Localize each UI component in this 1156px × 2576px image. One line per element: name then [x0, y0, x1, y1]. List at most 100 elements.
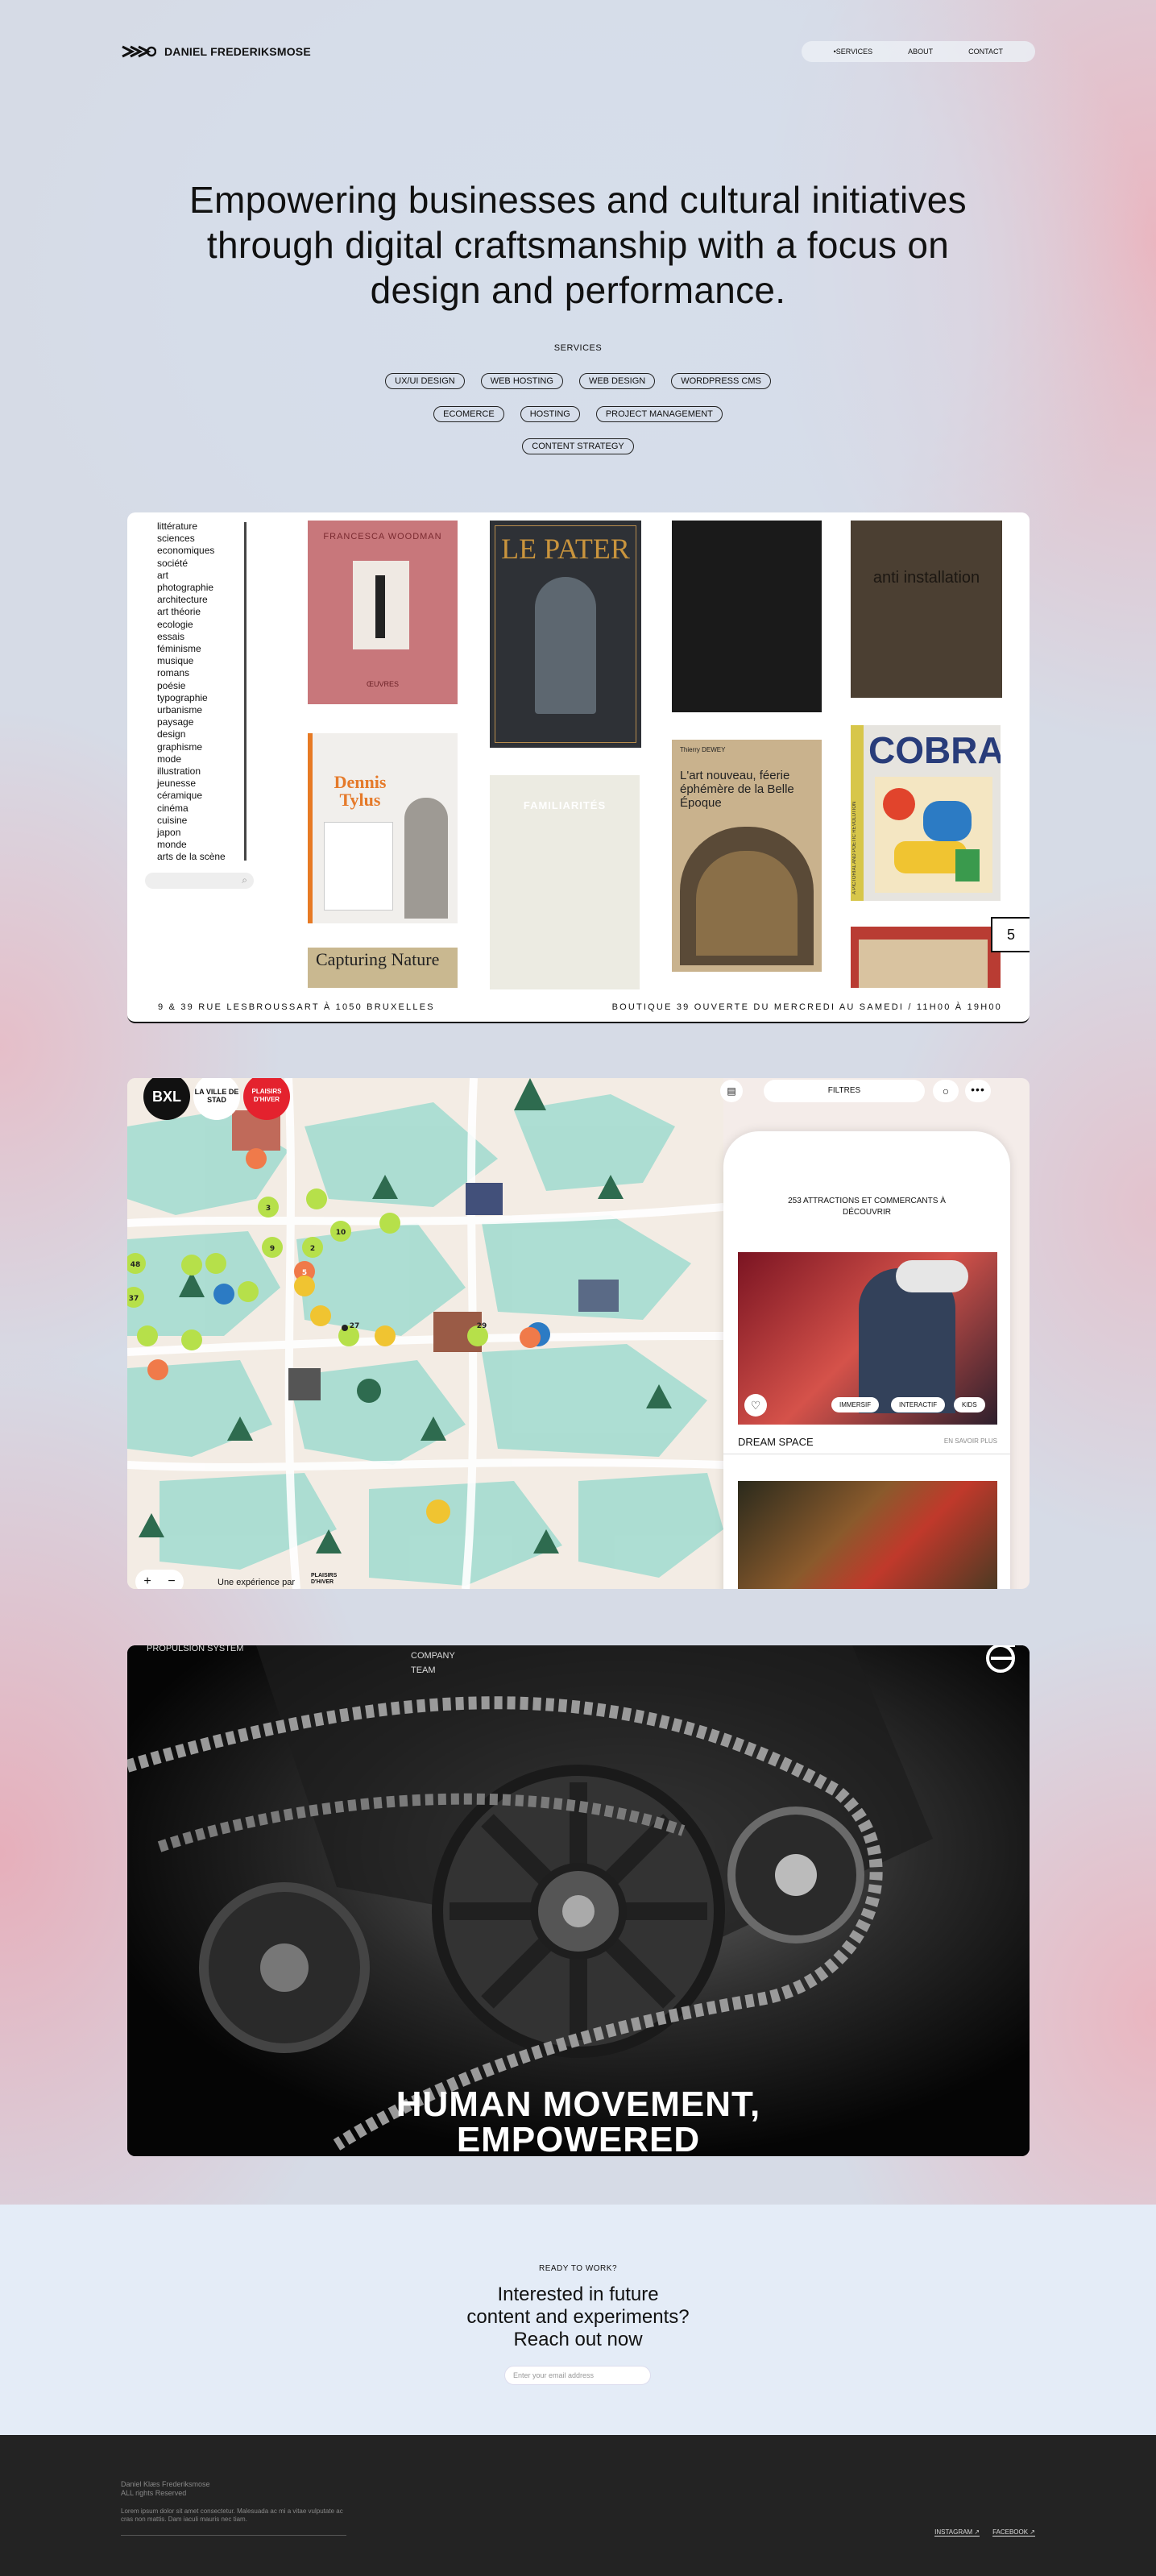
- search-icon[interactable]: ○: [933, 1080, 959, 1102]
- main-nav: •SERVICES ABOUT CONTACT: [801, 41, 1035, 62]
- book-author: Thierry DEWEY: [680, 746, 726, 753]
- book-cover-black[interactable]: [672, 521, 822, 712]
- nav-services[interactable]: •SERVICES: [816, 48, 891, 56]
- email-field[interactable]: Enter your email address: [504, 2366, 651, 2385]
- project-card-bookstore[interactable]: littérature sciences economiques société…: [127, 512, 1030, 1023]
- category-item[interactable]: economiques: [157, 545, 254, 557]
- map-count: 10: [336, 1229, 346, 1237]
- calendar-icon[interactable]: ▤: [720, 1080, 743, 1102]
- brand-mark-icon[interactable]: [983, 1645, 1018, 1676]
- nav-team[interactable]: TEAM: [411, 1663, 455, 1678]
- book-cover-woodman[interactable]: FRANCESCA WOODMAN ŒUVRES: [308, 521, 458, 704]
- service-pill[interactable]: UX/UI DESIGN: [385, 373, 465, 389]
- search-icon: ⌕: [242, 874, 247, 886]
- book-cover-red[interactable]: [851, 927, 1001, 988]
- category-item[interactable]: romans: [157, 667, 254, 679]
- credit-text: Une expérience par: [218, 1578, 296, 1587]
- credit-brand[interactable]: PLAISIRS D'HIVER: [311, 1573, 359, 1586]
- service-pill[interactable]: HOSTING: [520, 406, 580, 422]
- filters-button[interactable]: FILTRES: [764, 1080, 925, 1102]
- nav-company[interactable]: COMPANY: [411, 1649, 455, 1663]
- category-item[interactable]: poésie: [157, 680, 254, 692]
- zoom-in-icon[interactable]: +: [143, 1574, 151, 1589]
- nav-about[interactable]: ABOUT: [890, 48, 951, 56]
- contact-headline-line: Interested in future: [497, 2284, 659, 2305]
- category-item[interactable]: ecologie: [157, 619, 254, 631]
- book-cover-tylus[interactable]: Dennis Tylus: [308, 733, 458, 923]
- footer-divider: [121, 2535, 346, 2536]
- category-item[interactable]: monde: [157, 839, 254, 851]
- category-item[interactable]: arts de la scène: [157, 851, 254, 863]
- category-item[interactable]: musique: [157, 655, 254, 667]
- bike-headline-line: HUMAN MOVEMENT,: [396, 2084, 761, 2124]
- category-item[interactable]: architecture: [157, 594, 254, 606]
- category-item[interactable]: illustration: [157, 765, 254, 778]
- category-item[interactable]: art: [157, 570, 254, 582]
- category-item[interactable]: japon: [157, 827, 254, 839]
- illustrated-map[interactable]: 3 10 5 2 9 48 37 29 27: [127, 1078, 723, 1589]
- book-cover-pater[interactable]: LE PATER: [490, 521, 641, 748]
- category-item[interactable]: sciences: [157, 533, 254, 545]
- category-item[interactable]: féminisme: [157, 643, 254, 655]
- category-item[interactable]: typographie: [157, 692, 254, 704]
- project-card-propulsion[interactable]: PROPULSION SYSTEM COMPANY TEAM HUMAN MOV…: [127, 1645, 1030, 2156]
- tag-pill[interactable]: KIDS: [954, 1397, 985, 1412]
- project-card-map[interactable]: 3 10 5 2 9 48 37 29 27 BXL LA VILLE DE S…: [127, 1078, 1030, 1589]
- attraction-link[interactable]: EN SAVOIR PLUS: [944, 1437, 997, 1445]
- tag-pill[interactable]: IMMERSIF: [831, 1397, 880, 1412]
- site-header: DANIEL FREDERIKSMOSE •SERVICES ABOUT CON…: [121, 35, 1035, 68]
- book-cover-capturing-nature[interactable]: Capturing Nature: [308, 948, 458, 988]
- brand-logo[interactable]: DANIEL FREDERIKSMOSE: [121, 44, 311, 59]
- contact-kicker: READY TO WORK?: [538, 2264, 618, 2273]
- service-pill[interactable]: WORDPRESS CMS: [671, 373, 771, 389]
- category-item[interactable]: photographie: [157, 582, 254, 594]
- category-item[interactable]: art théorie: [157, 606, 254, 618]
- attraction-name[interactable]: DREAM SPACE: [738, 1436, 814, 1448]
- category-scrollbar[interactable]: [244, 522, 247, 861]
- services-row: CONTENT STRATEGY: [0, 438, 1156, 454]
- hero: Empowering businesses and cultural initi…: [0, 177, 1156, 313]
- category-item[interactable]: jeunesse: [157, 778, 254, 790]
- category-item[interactable]: cuisine: [157, 815, 254, 827]
- service-pill[interactable]: ECOMERCE: [433, 406, 504, 422]
- category-item[interactable]: paysage: [157, 716, 254, 728]
- map-count: 48: [131, 1261, 141, 1269]
- category-item[interactable]: design: [157, 728, 254, 740]
- service-pill[interactable]: PROJECT MANAGEMENT: [595, 406, 723, 422]
- facebook-link[interactable]: FACEBOOK ↗: [992, 2528, 1035, 2537]
- category-item[interactable]: société: [157, 558, 254, 570]
- category-item[interactable]: mode: [157, 753, 254, 765]
- book-cover-familiarites[interactable]: FAMILIARITÉS: [490, 775, 640, 989]
- page: DANIEL FREDERIKSMOSE •SERVICES ABOUT CON…: [0, 0, 1156, 2576]
- contact-headline-line: content and experiments?: [466, 2306, 690, 2328]
- service-pill[interactable]: WEB HOSTING: [480, 373, 563, 389]
- hero-line: through digital craftsmanship with a foc…: [206, 224, 950, 266]
- category-item[interactable]: céramique: [157, 790, 254, 802]
- heart-icon[interactable]: ♡: [744, 1394, 767, 1417]
- book-cover-art-nouveau[interactable]: Thierry DEWEY L'art nouveau, féerie éphé…: [672, 740, 822, 972]
- category-item[interactable]: urbanisme: [157, 704, 254, 716]
- tag-pill[interactable]: INTERACTIF: [891, 1397, 946, 1412]
- service-pill[interactable]: WEB DESIGN: [578, 373, 656, 389]
- book-cover-anti-installation[interactable]: anti installation: [851, 521, 1002, 698]
- attraction-image[interactable]: ♡ IMMERSIF INTERACTIF KIDS: [738, 1252, 997, 1425]
- attraction-image[interactable]: [738, 1481, 997, 1589]
- book-title: LE PATER: [501, 533, 630, 565]
- label-propulsion[interactable]: PROPULSION SYSTEM: [147, 1645, 243, 1653]
- bookstore-hours: BOUTIQUE 39 OUVERTE DU MERCREDI AU SAMED…: [611, 1002, 1002, 1012]
- book-author: FRANCESCA WOODMAN: [323, 532, 442, 541]
- category-item[interactable]: essais: [157, 631, 254, 643]
- service-pill[interactable]: CONTENT STRATEGY: [522, 438, 634, 454]
- contact-section: READY TO WORK? Interested in future cont…: [0, 2205, 1156, 2435]
- book-cover-cobra[interactable]: A PICTORIAL AND POETIC REVOLUTION COBRA: [851, 725, 1001, 901]
- book-title: L'art nouveau, féerie éphémère de la Bel…: [680, 769, 794, 810]
- category-item[interactable]: cinéma: [157, 803, 254, 815]
- category-item[interactable]: graphisme: [157, 741, 254, 753]
- instagram-link[interactable]: INSTAGRAM ↗: [934, 2528, 980, 2537]
- nav-contact[interactable]: CONTACT: [951, 48, 1021, 56]
- more-icon[interactable]: •••: [965, 1080, 991, 1102]
- book-search-input[interactable]: ⌕: [145, 873, 254, 889]
- book-title: Capturing Nature: [316, 949, 440, 969]
- zoom-out-icon[interactable]: −: [168, 1574, 175, 1589]
- category-item[interactable]: littérature: [157, 521, 254, 533]
